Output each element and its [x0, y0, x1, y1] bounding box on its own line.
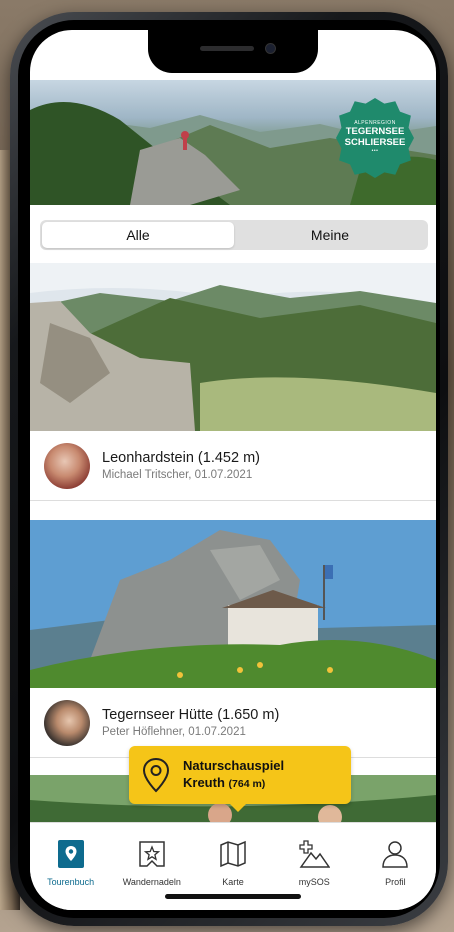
- location-tooltip[interactable]: Naturschauspiel Kreuth (764 m): [129, 746, 351, 812]
- tooltip-title-line2: Kreuth (764 m): [183, 774, 284, 793]
- tour-meta: Peter Höflehner, 01.07.2021: [102, 726, 246, 738]
- tour-title: Leonhardstein (1.452 m): [102, 450, 260, 466]
- tour-info-row: Leonhardstein (1.452 m) Michael Tritsche…: [30, 431, 436, 501]
- hero-banner: ALPENREGION TEGERNSEE SCHLIERSEE •••: [30, 80, 436, 205]
- tour-text: Tegernseer Hütte (1.650 m) Peter Höflehn…: [102, 707, 279, 738]
- tour-text: Leonhardstein (1.452 m) Michael Tritsche…: [102, 450, 260, 481]
- front-camera: [265, 43, 276, 54]
- app-screen: ALPENREGION TEGERNSEE SCHLIERSEE ••• All…: [30, 30, 436, 910]
- tour-book-icon: [54, 837, 88, 871]
- tooltip-altitude: (764 m): [228, 778, 266, 790]
- tooltip-place: Kreuth: [183, 775, 225, 790]
- phone-notch: [148, 30, 318, 73]
- segment-mine[interactable]: Meine: [234, 222, 426, 248]
- tour-card[interactable]: Tegernseer Hütte (1.650 m) Peter Höflehn…: [30, 520, 436, 758]
- tour-title: Tegernseer Hütte (1.650 m): [102, 707, 280, 723]
- tour-photo-tegernseer-huette: [30, 520, 436, 688]
- author-avatar: [44, 699, 90, 746]
- badge-dots: •••: [371, 148, 379, 154]
- tour-card[interactable]: Leonhardstein (1.452 m) Michael Tritsche…: [30, 263, 436, 501]
- profile-icon: [378, 837, 412, 871]
- tab-profil[interactable]: Profil: [355, 823, 436, 910]
- tooltip-title: Naturschauspiel: [183, 758, 285, 773]
- map-pin-icon: [142, 757, 170, 793]
- author-avatar: [44, 442, 90, 489]
- tab-label: Karte: [222, 877, 244, 887]
- tour-photo-leonhardstein: [30, 263, 436, 431]
- home-indicator[interactable]: [165, 894, 301, 899]
- badge-title-line1: TEGERNSEE: [345, 126, 405, 137]
- tooltip-text: Naturschauspiel Kreuth (764 m): [183, 757, 284, 793]
- map-icon: [216, 837, 250, 871]
- segment-all[interactable]: Alle: [42, 222, 234, 248]
- tab-label: Profil: [385, 877, 406, 887]
- badge-title-line2: SCHLIERSEE: [344, 137, 406, 148]
- tour-meta: Michael Tritscher, 01.07.2021: [102, 469, 253, 481]
- hiking-badge-icon: [135, 837, 169, 871]
- tab-label: Tourenbuch: [47, 877, 95, 887]
- sos-mountain-icon: [297, 837, 331, 871]
- tab-label: Wandernadeln: [122, 877, 181, 887]
- tab-tourenbuch[interactable]: Tourenbuch: [30, 823, 111, 910]
- filter-segmented-control: Alle Meine: [40, 220, 428, 250]
- speaker-grille: [200, 46, 254, 51]
- tab-label: mySOS: [298, 877, 330, 887]
